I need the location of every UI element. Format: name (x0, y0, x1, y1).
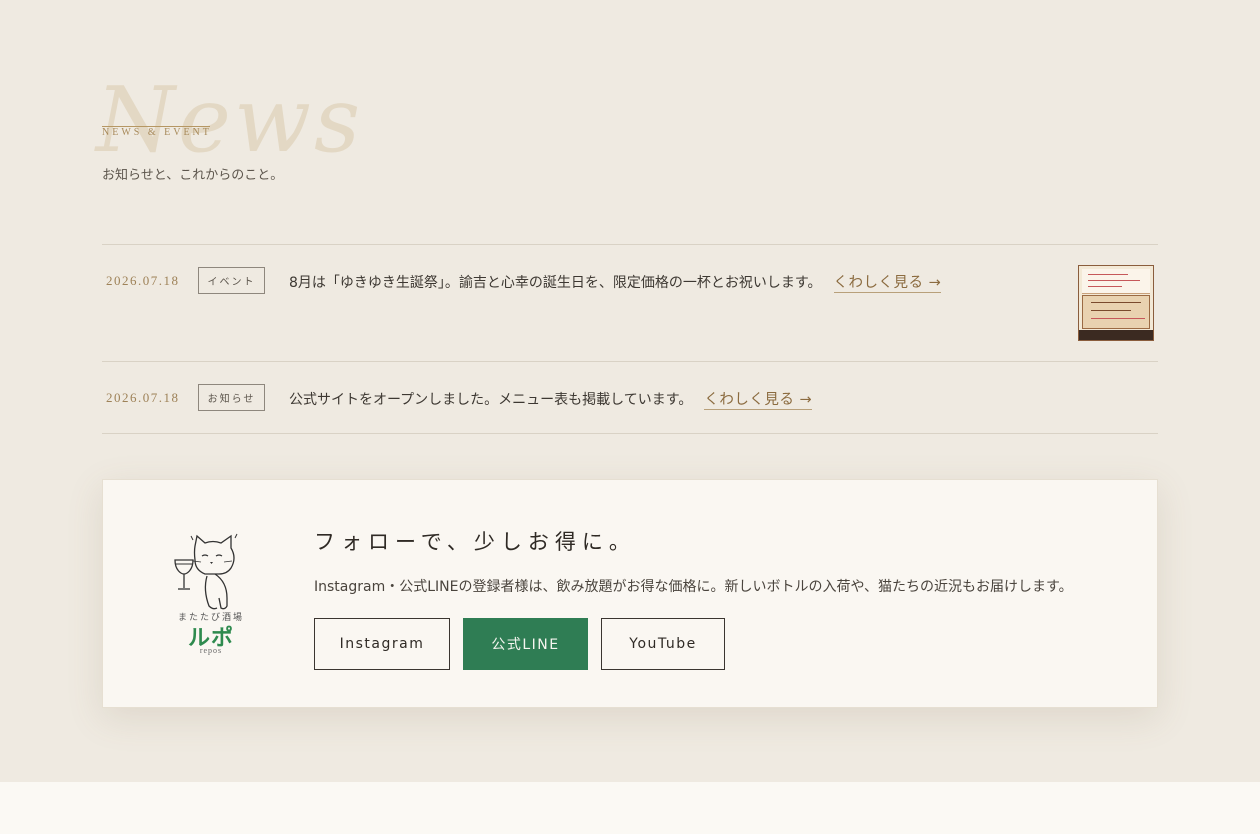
thumbnail-line (1091, 318, 1145, 319)
read-more-link[interactable]: くわしく見る → (704, 392, 813, 410)
thumbnail-menu-header (1082, 269, 1150, 294)
news-date: 2026.07.18 (106, 273, 180, 288)
logo-romaji: repos (199, 646, 223, 655)
thumbnail-line (1088, 286, 1122, 287)
news-category-tag: お知らせ (198, 384, 265, 411)
line-button[interactable]: 公式LINE (463, 618, 588, 670)
heading-decorative-word: News (96, 68, 364, 173)
news-title: 8月は「ゆきゆき生誕祭」。諭吉と心幸の誕生日を、限定価格の一杯とお祝いします。く… (289, 271, 942, 293)
follow-title: フォローで、少しお得に。 (314, 530, 636, 554)
news-item: 2026.07.18 お知らせ 公式サイトをオープンしました。メニュー表も掲載し… (102, 361, 1158, 434)
thumbnail-footer-band (1079, 330, 1153, 340)
cat-logo-icon (174, 533, 238, 610)
thumbnail-line (1091, 302, 1141, 303)
section-subtitle: お知らせと、これからのこと。 (102, 168, 284, 183)
section-eyebrow: NEWS & EVENT (102, 127, 212, 138)
footer-strip (0, 782, 1260, 834)
follow-card: またたび酒場 ルポ repos フォローで、少しお得に。 Instagram・公… (102, 479, 1158, 708)
section-heading: News NEWS & EVENT お知らせと、これからのこと。 (96, 76, 500, 202)
thumbnail-line (1091, 310, 1131, 311)
follow-description: Instagram・公式LINEの登録者様は、飲み放題がお得な価格に。新しいボト… (314, 579, 1073, 595)
news-thumbnail[interactable] (1078, 265, 1154, 341)
news-title-text: 8月は「ゆきゆき生誕祭」。諭吉と心幸の誕生日を、限定価格の一杯とお祝いします。 (289, 275, 822, 291)
news-item: 2026.07.18 イベント 8月は「ゆきゆき生誕祭」。諭吉と心幸の誕生日を、… (102, 244, 1158, 361)
thumbnail-line (1088, 280, 1140, 281)
read-more-link[interactable]: くわしく見る → (833, 275, 942, 293)
news-category-tag: イベント (198, 267, 265, 294)
news-title-text: 公式サイトをオープンしました。メニュー表も掲載しています。 (289, 392, 693, 408)
youtube-button[interactable]: YouTube (601, 618, 725, 670)
thumbnail-line (1088, 274, 1128, 275)
instagram-button[interactable]: Instagram (314, 618, 450, 670)
news-title: 公式サイトをオープンしました。メニュー表も掲載しています。 くわしく見る → (289, 388, 813, 410)
news-list: 2026.07.18 イベント 8月は「ゆきゆき生誕祭」。諭吉と心幸の誕生日を、… (102, 244, 1158, 434)
thumbnail-menu-body (1082, 295, 1150, 329)
news-date: 2026.07.18 (106, 390, 180, 405)
